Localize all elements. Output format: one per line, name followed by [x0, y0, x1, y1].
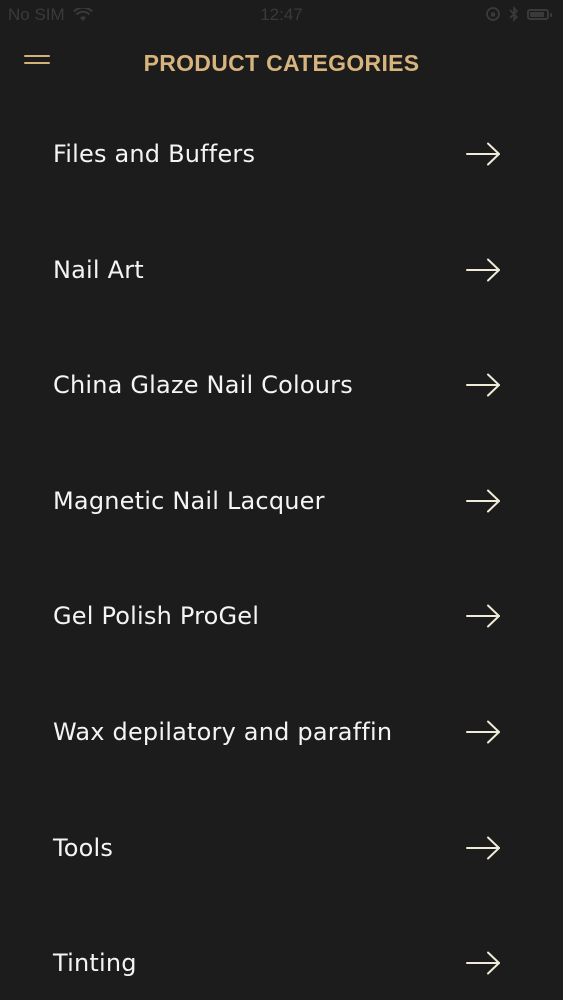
status-right — [485, 6, 552, 22]
category-item[interactable]: Files and Buffers — [0, 97, 563, 213]
arrow-right-icon[interactable] — [466, 373, 502, 397]
category-item[interactable]: Tinting — [0, 906, 563, 1000]
bluetooth-icon — [509, 6, 519, 22]
category-label: Tinting — [53, 949, 137, 978]
category-item[interactable]: Gel Polish ProGel — [0, 559, 563, 675]
battery-icon — [527, 8, 552, 20]
category-label: China Glaze Nail Colours — [53, 371, 353, 400]
page-title: PRODUCT CATEGORIES — [143, 50, 420, 76]
status-time: 12:47 — [260, 5, 303, 24]
app-header: PRODUCT CATEGORIES — [0, 30, 563, 98]
arrow-right-icon[interactable] — [466, 836, 502, 860]
orientation-lock-icon — [485, 6, 501, 22]
arrow-right-icon[interactable] — [466, 142, 502, 166]
category-label: Wax depilatory and paraffin — [53, 717, 393, 746]
arrow-right-icon[interactable] — [466, 258, 502, 282]
arrow-right-icon[interactable] — [466, 720, 502, 744]
category-item[interactable]: China Glaze Nail Colours — [0, 328, 563, 444]
category-label: Nail Art — [53, 255, 144, 284]
category-label: Files and Buffers — [53, 140, 256, 168]
category-item[interactable]: Magnetic Nail Lacquer — [0, 444, 563, 560]
category-item[interactable]: Nail Art — [0, 213, 563, 329]
arrow-right-icon[interactable] — [466, 604, 502, 628]
category-item[interactable]: Tools — [0, 791, 563, 907]
arrow-right-icon[interactable] — [466, 489, 502, 513]
category-list: Files and Buffers Nail Art China Glaze Nai… — [0, 97, 563, 1000]
category-label: Tools — [53, 833, 114, 862]
category-label: Gel Polish ProGel — [53, 602, 260, 631]
battery-fill — [530, 11, 544, 17]
arrow-right-icon[interactable] — [466, 951, 502, 975]
status-bar: No SIM 12:47 — [0, 0, 563, 30]
category-label: Magnetic Nail Lacquer — [53, 486, 325, 515]
category-item[interactable]: Wax depilatory and paraffin — [0, 675, 563, 791]
